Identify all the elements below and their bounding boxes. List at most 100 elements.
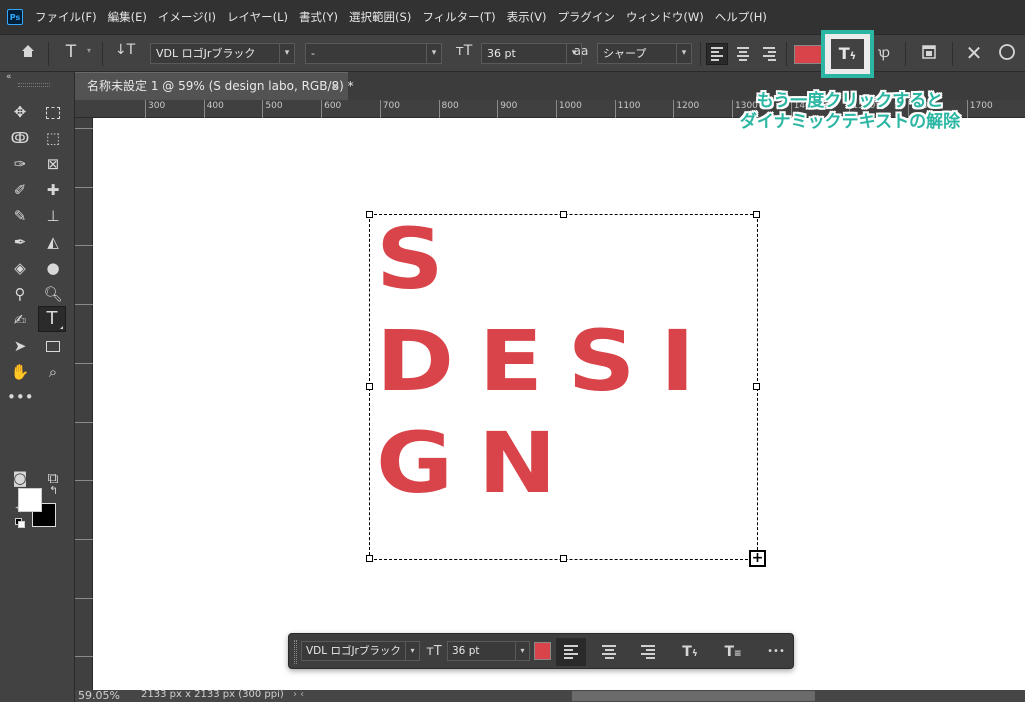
align-right-button[interactable] — [758, 43, 780, 65]
menu-select[interactable]: 選択範囲(S) — [349, 9, 411, 25]
dynamic-text-icon[interactable]: Tϟ — [831, 39, 864, 69]
tools-panel: « ✥ ↂ ⬚ ✑ ⊠ ✐ ✚ ✎ ⊥ ✒ ◭ ◈ ● ⚲ 🔍︎ ✍ T ➤ ✋… — [0, 72, 75, 702]
resize-handle-mr[interactable] — [753, 383, 760, 390]
antialias-select[interactable]: シャープ ▾ — [597, 43, 692, 64]
eyedropper-tool-icon[interactable]: ✐ — [7, 178, 33, 202]
ruler-tick — [75, 480, 93, 482]
paint-bucket-tool-icon[interactable]: ◈ — [7, 256, 33, 280]
lasso-tool-icon[interactable]: ↂ — [7, 126, 33, 150]
task-bar-align-right-button[interactable] — [633, 638, 663, 666]
home-icon[interactable] — [16, 43, 40, 63]
task-bar-grip[interactable] — [294, 640, 297, 664]
vertical-ruler[interactable] — [75, 118, 93, 690]
align-left-button[interactable] — [706, 43, 728, 65]
tool-preset-chevron-icon[interactable]: ▾ — [84, 46, 94, 55]
warp-text-icon[interactable]: ꝕ — [874, 43, 894, 62]
text-line-2: DESI — [376, 312, 720, 410]
commit-icon[interactable] — [996, 43, 1018, 65]
zoom-magnifier-tool-icon[interactable]: 🔍︎ — [40, 282, 66, 306]
font-size-value: 36 pt — [487, 47, 516, 60]
cancel-icon[interactable]: ✕ — [963, 41, 985, 65]
clone-stamp-tool-icon[interactable]: ⊥ — [40, 204, 66, 228]
brush-tool-icon[interactable]: ✎ — [7, 204, 33, 228]
ruler-tick-label: 500 — [262, 100, 283, 118]
menu-type[interactable]: 書式(Y) — [299, 9, 338, 25]
horizontal-scrollbar[interactable] — [572, 691, 815, 701]
ruler-tick — [75, 186, 93, 188]
resize-handle-tm[interactable] — [560, 211, 567, 218]
eraser-tool-icon[interactable]: ◭ — [40, 230, 66, 254]
ruler-tick-label: 900 — [497, 100, 517, 118]
path-selection-tool-icon[interactable]: ➤ — [7, 334, 33, 358]
resize-handle-ml[interactable] — [366, 383, 373, 390]
menu-bar: Ps ファイル(F) 編集(E) イメージ(I) レイヤー(L) 書式(Y) 選… — [0, 0, 1025, 34]
ruler-tick — [75, 128, 93, 129]
dodge-tool-icon[interactable]: ⚲ — [7, 282, 33, 306]
document-tab[interactable]: 名称未設定 1 @ 59% (S design labo, RGB/8) * × — [75, 72, 354, 100]
menu-plugins[interactable]: プラグイン — [557, 9, 615, 25]
healing-brush-tool-icon[interactable]: ✚ — [40, 178, 66, 202]
font-family-select[interactable]: VDL ロゴJrブラック ▾ — [150, 43, 295, 64]
dynamic-text-icon[interactable]: Tϟ — [678, 640, 702, 664]
antialias-icon: aa — [573, 44, 589, 58]
crop-tool-icon[interactable]: ✑ — [7, 152, 33, 176]
task-bar-color-swatch[interactable] — [534, 642, 551, 660]
type-tool-icon[interactable]: T — [38, 306, 66, 332]
more-options-icon[interactable]: ••• — [764, 640, 788, 664]
frame-tool-icon[interactable]: ⊠ — [40, 152, 66, 176]
object-select-tool-icon[interactable]: ⬚ — [40, 126, 66, 150]
menu-view[interactable]: 表示(V) — [507, 9, 547, 25]
ruler-tick — [75, 656, 93, 658]
font-style-value: - — [311, 47, 315, 60]
task-bar-font-size-select[interactable]: 36 pt ▾ — [447, 641, 530, 661]
zoom-level[interactable]: 59.05% — [78, 689, 120, 702]
marquee-tool-icon[interactable] — [40, 100, 66, 124]
text-bounding-box[interactable]: S DESI GN — [366, 211, 760, 562]
status-nav-arrows[interactable]: › ‹ — [293, 689, 304, 700]
resize-handle-tl[interactable] — [366, 211, 373, 218]
panel-grip[interactable] — [18, 83, 50, 87]
blur-tool-icon[interactable]: ● — [40, 256, 66, 280]
ruler-tick — [75, 597, 93, 599]
menu-filter[interactable]: フィルター(T) — [422, 9, 495, 25]
quick-mask-icon[interactable]: ◙ — [7, 466, 33, 490]
menu-window[interactable]: ウィンドウ(W) — [626, 9, 704, 25]
text-orientation-icon[interactable]: ↓T — [112, 42, 138, 58]
pen-tool-icon[interactable]: ✍ — [7, 308, 33, 332]
menu-layer[interactable]: レイヤー(L) — [227, 9, 288, 25]
more-tools-icon[interactable]: ••• — [7, 385, 34, 409]
menu-edit[interactable]: 編集(E) — [108, 9, 147, 25]
resize-handle-tr[interactable] — [753, 211, 760, 218]
move-tool-icon[interactable]: ✥ — [7, 100, 33, 124]
task-bar-align-center-button[interactable] — [594, 638, 624, 666]
panels-icon[interactable] — [918, 44, 940, 64]
close-icon[interactable]: × — [331, 73, 340, 100]
contextual-task-bar: VDL ロゴJrブラック ▾ ᴛT 36 pt ▾ Tϟ T≡ ••• — [288, 633, 794, 669]
font-size-select[interactable]: 36 pt ▾ — [481, 43, 582, 64]
task-bar-font-family-select[interactable]: VDL ロゴJrブラック ▾ — [301, 641, 420, 661]
zoom-tool-icon[interactable]: ⌕ — [40, 360, 66, 384]
align-center-button[interactable] — [732, 43, 754, 65]
document-canvas[interactable]: S DESI GN + — [93, 118, 1025, 690]
collapse-panel-icon[interactable]: « — [6, 72, 12, 82]
font-style-select[interactable]: - ▾ — [305, 43, 442, 64]
hand-tool-icon[interactable]: ✋ — [7, 360, 33, 384]
task-bar-align-left-button[interactable] — [556, 638, 586, 666]
menu-file[interactable]: ファイル(F) — [35, 9, 97, 25]
resize-handle-bm[interactable] — [560, 555, 567, 562]
menu-help[interactable]: ヘルプ(H) — [715, 9, 767, 25]
annotation-line-1: もう一度クリックすると — [756, 91, 944, 111]
menu-image[interactable]: イメージ(I) — [158, 9, 216, 25]
photoshop-logo: Ps — [7, 9, 23, 25]
screen-mode-icon[interactable]: ⧉ — [40, 466, 66, 490]
resize-handle-bl[interactable] — [366, 555, 373, 562]
task-bar-font-size-value: 36 pt — [452, 645, 480, 657]
history-brush-tool-icon[interactable]: ✒ — [7, 230, 33, 254]
dynamic-text-button-highlight[interactable]: Tϟ — [821, 30, 874, 78]
rectangle-tool-icon[interactable] — [40, 334, 66, 358]
foreground-color-swatch[interactable] — [18, 488, 42, 512]
text-options-icon[interactable]: T≡ — [721, 640, 745, 664]
chevron-down-icon: ▾ — [426, 44, 441, 63]
type-tool-icon[interactable]: T — [58, 42, 84, 62]
text-color-swatch[interactable] — [794, 45, 822, 64]
